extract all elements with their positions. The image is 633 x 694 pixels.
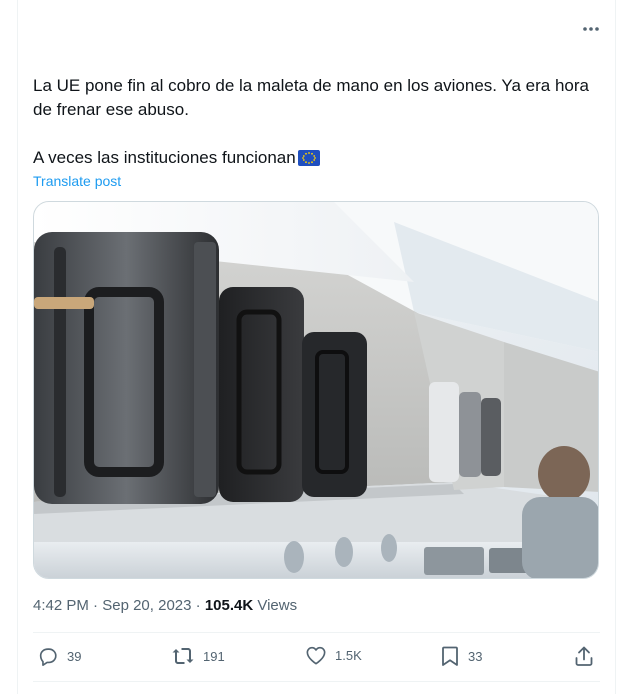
reply-count: 39: [67, 648, 82, 664]
bookmark-button[interactable]: 33: [440, 645, 482, 667]
share-icon: [575, 646, 593, 666]
post-text-line1: La UE pone fin al cobro de la maleta de …: [33, 76, 590, 119]
overhead-bins-photo: [34, 202, 598, 578]
more-options-button[interactable]: [578, 18, 604, 40]
eu-flag-icon: [297, 150, 320, 166]
meta-separator-1: ·: [93, 597, 103, 614]
reply-button[interactable]: 39: [37, 645, 81, 667]
meta-separator-2: ·: [195, 597, 205, 614]
more-icon: [583, 27, 599, 31]
post-text: La UE pone fin al cobro de la maleta de …: [33, 74, 598, 170]
post-meta: 4:42 PM · Sep 20, 2023 · 105.4K Views: [33, 597, 297, 614]
views-label: Views: [257, 597, 298, 614]
like-count: 1.5K: [335, 647, 362, 663]
bookmark-icon: [442, 646, 458, 666]
repost-button[interactable]: 191: [171, 645, 225, 667]
frame-right-border: [615, 0, 616, 694]
bookmark-count: 33: [468, 648, 483, 664]
action-bar: 39 191 1.5K 33: [33, 633, 600, 681]
reply-icon: [39, 648, 57, 666]
post-text-line2: A veces las instituciones funcionan: [33, 148, 296, 167]
post-text-line2-wrap: A veces las instituciones funcionan: [33, 146, 598, 170]
post-date[interactable]: Sep 20, 2023: [102, 597, 191, 614]
frame-left-border: [17, 0, 18, 694]
share-button[interactable]: [574, 645, 594, 667]
like-icon: [306, 646, 326, 665]
like-button[interactable]: 1.5K: [305, 645, 362, 665]
post-time[interactable]: 4:42 PM: [33, 597, 89, 614]
repost-icon: [172, 648, 194, 664]
divider-bottom: [33, 681, 600, 682]
translate-post-link[interactable]: Translate post: [33, 173, 121, 189]
repost-count: 191: [203, 648, 225, 664]
post-image[interactable]: [33, 201, 599, 579]
views-count: 105.4K: [204, 597, 254, 614]
